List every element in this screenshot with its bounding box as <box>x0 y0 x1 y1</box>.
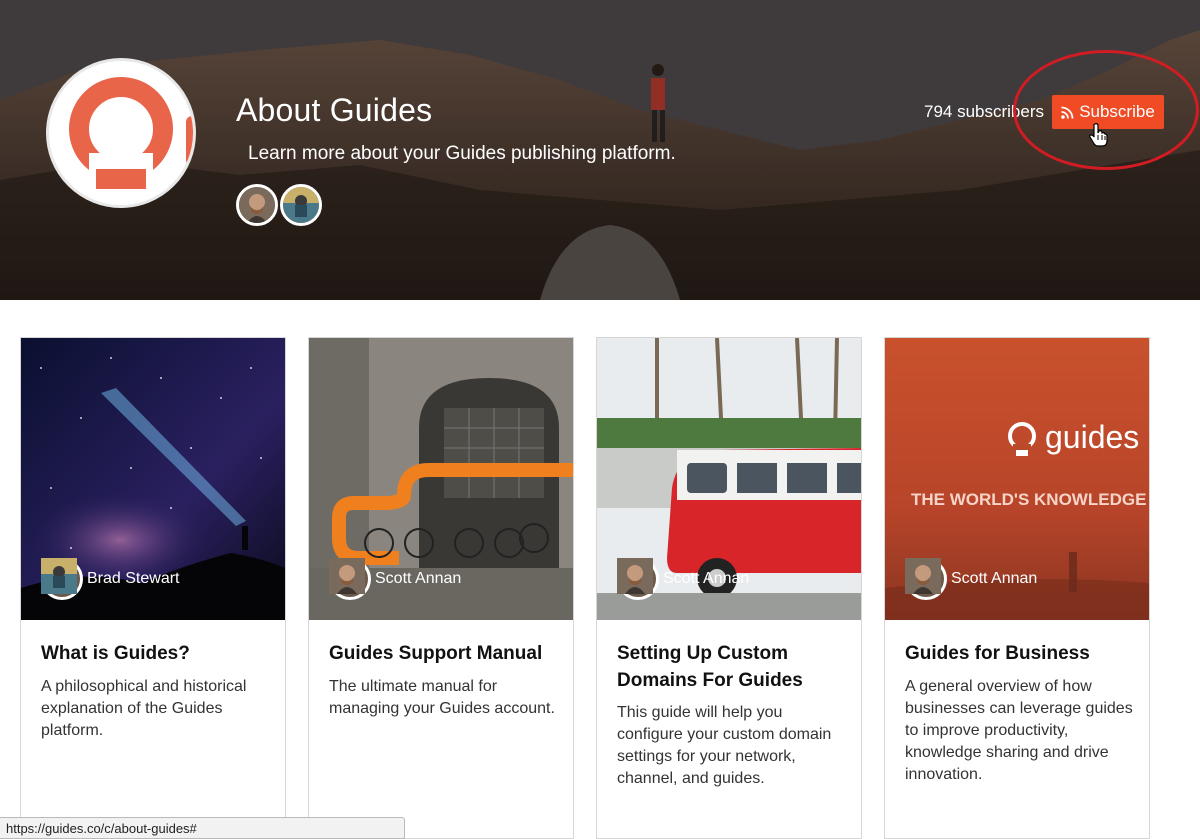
avatar <box>905 558 947 600</box>
person-avatar-icon <box>283 187 319 223</box>
guide-card[interactable]: guides THE WORLD'S KNOWLEDGE I Scott Ann… <box>884 337 1150 839</box>
guide-card-image[interactable]: Brad Stewart <box>21 338 285 620</box>
person-avatar-icon <box>239 187 275 223</box>
guide-card-image[interactable]: Scott Annan <box>309 338 573 620</box>
lightbulb-logo-icon <box>69 77 193 193</box>
channel-logo[interactable] <box>46 58 196 208</box>
hand-pointer-cursor-icon <box>1089 123 1108 147</box>
annotation-circle <box>1013 50 1199 170</box>
guide-card[interactable]: Brad Stewart What is Guides? A philosoph… <box>20 337 286 839</box>
guide-description: A philosophical and historical explanati… <box>41 678 247 739</box>
author-name: Scott Annan <box>951 570 1038 587</box>
guide-title[interactable]: Setting Up Custom Domains For Guides <box>617 640 845 694</box>
author-name: Scott Annan <box>663 570 750 587</box>
avatar <box>329 558 371 600</box>
guide-description: The ultimate manual for managing your Gu… <box>329 678 555 717</box>
guides-brand-wordmark: guides <box>1045 419 1139 455</box>
contributor-avatars <box>236 184 322 226</box>
author-name: Scott Annan <box>375 570 462 587</box>
status-url: https://guides.co/c/about-guides# <box>6 821 197 836</box>
guide-card[interactable]: Scott Annan Setting Up Custom Domains Fo… <box>596 337 862 839</box>
avatar <box>617 558 659 600</box>
card-author[interactable]: Scott Annan <box>905 558 1037 600</box>
browser-status-bar: https://guides.co/c/about-guides# <box>0 817 405 839</box>
guides-grid: Brad Stewart What is Guides? A philosoph… <box>20 337 1200 839</box>
author-name: Brad Stewart <box>87 570 180 587</box>
guide-card-image[interactable]: guides THE WORLD'S KNOWLEDGE I Scott Ann… <box>885 338 1149 620</box>
guide-card[interactable]: Scott Annan Guides Support Manual The ul… <box>308 337 574 839</box>
channel-header: About Guides Learn more about your Guide… <box>0 0 1200 300</box>
card-author[interactable]: Scott Annan <box>329 558 461 600</box>
card-author[interactable]: Brad Stewart <box>41 558 179 600</box>
channel-description: Learn more about your Guides publishing … <box>248 143 676 164</box>
person-avatar-icon <box>41 558 77 594</box>
avatar[interactable] <box>280 184 322 226</box>
person-avatar-icon <box>905 558 941 594</box>
guide-description: A general overview of how businesses can… <box>905 678 1133 783</box>
person-avatar-icon <box>329 558 365 594</box>
card-author[interactable]: Scott Annan <box>617 558 749 600</box>
guide-title[interactable]: Guides Support Manual <box>329 640 557 667</box>
guides-brand-tagline: THE WORLD'S KNOWLEDGE I <box>911 490 1149 509</box>
guide-card-image[interactable]: Scott Annan <box>597 338 861 620</box>
guide-title[interactable]: Guides for Business <box>905 640 1133 667</box>
guide-title[interactable]: What is Guides? <box>41 640 269 667</box>
avatar[interactable] <box>236 184 278 226</box>
channel-title: About Guides <box>236 92 433 128</box>
guide-description: This guide will help you configure your … <box>617 704 832 787</box>
avatar <box>41 558 83 600</box>
person-avatar-icon <box>617 558 653 594</box>
